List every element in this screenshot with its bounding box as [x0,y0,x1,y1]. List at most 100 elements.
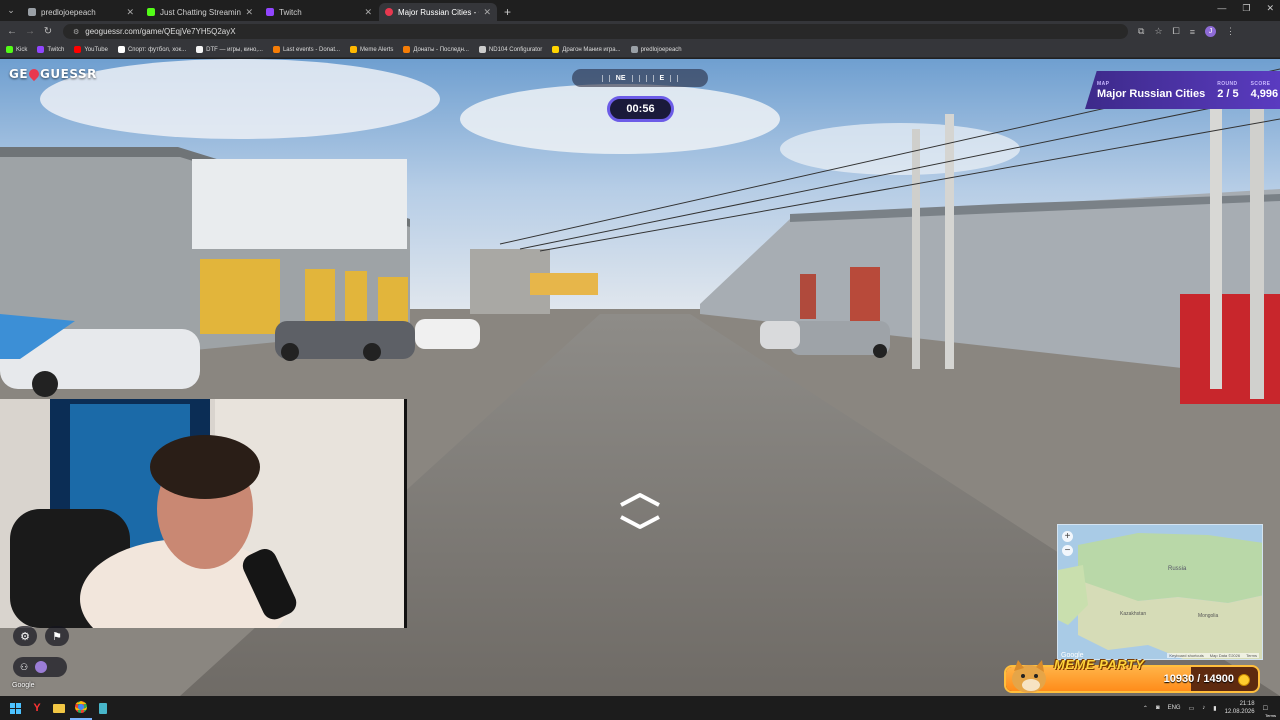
tab-0[interactable]: predlojoepeach ✕ [22,3,140,21]
zoom-in-button[interactable]: + [1062,531,1073,542]
volume-icon[interactable]: ♪ [1202,705,1205,711]
yandex-glyph: Y [33,702,41,714]
minimize-icon[interactable]: — [1217,3,1226,14]
compass-tick [601,74,603,82]
bookmark-favicon [117,46,125,53]
bookmark-item[interactable]: Спорт: футбол, хок... [117,46,187,53]
bookmark-item[interactable]: Драгон Мания игра... [552,46,621,53]
bookmark-favicon [552,46,560,53]
move-forward-icon[interactable] [620,493,660,507]
site-info-icon[interactable]: ⚙ [73,28,79,36]
bookmark-star-icon[interactable]: ☆ [1154,26,1162,37]
profile-avatar[interactable]: J [1204,26,1216,37]
bookmark-item[interactable]: Twitch [37,46,64,53]
windows-logo-pane [9,708,15,714]
round-label: ROUND [1217,80,1238,87]
back-icon[interactable]: ← [3,26,21,37]
settings-button[interactable]: ⚙ [13,626,37,646]
extensions-icon[interactable]: ⧠ [1173,26,1180,37]
compass-tick [652,74,654,82]
new-tab-button[interactable]: + [504,3,511,21]
menu-icon[interactable]: ⋮ [1226,26,1235,37]
bookmark-item[interactable]: YouTube [74,46,108,53]
streetview-viewport[interactable]: GE GUESSR NE E 00:56 MAP Major Russian Ci… [0,59,1280,696]
battery-icon[interactable]: ▮ [1213,705,1216,712]
minimap-canvas[interactable]: Kazakhstan Mongolia Russia Google [1058,525,1263,660]
bookmark-label: predlojoepeach [640,46,682,53]
tab-favicon [147,8,155,16]
bookmark-item[interactable]: Kick [6,46,27,53]
bookmark-label: DTF — игры, кино,... [206,46,263,53]
move-arrows[interactable] [617,491,663,531]
tab-1[interactable]: Just Chatting Streaming - Live ✕ [141,3,259,21]
calculator-icon[interactable] [92,696,114,720]
yellow-panel [345,271,367,321]
store-sign [530,273,598,295]
address-bar[interactable]: ⚙ geoguessr.com/game/QEqjVe7YH5Q2ayX [63,24,1128,39]
streetview-terms[interactable]: Terms [1265,713,1276,718]
game-status-panel: MAP Major Russian Cities ROUND 2 / 5 SCO… [1085,71,1280,109]
windows-logo-pane [9,702,15,708]
close-icon[interactable]: ✕ [245,7,253,18]
bookmark-item[interactable]: Meme Alerts [350,46,393,53]
meme-party-title: MEME PARTY [1054,657,1145,672]
google-attribution: Google [12,682,35,689]
close-icon[interactable]: ✕ [126,7,134,18]
bookmark-item[interactable]: Донаты - Последн... [403,46,469,53]
map-label-mongolia: Mongolia [1198,613,1219,619]
tab-favicon [385,8,393,16]
forward-icon[interactable]: → [21,26,39,37]
maximize-icon[interactable]: ❐ [1242,3,1250,14]
close-icon[interactable]: ✕ [364,7,372,18]
compass-heading-left: NE [615,74,626,82]
doge-eye [1034,674,1038,678]
bookmark-item[interactable]: predlojoepeach [630,46,682,53]
url-text: geoguessr.com/game/QEqjVe7YH5Q2ayX [85,27,236,36]
zoom-out-button[interactable]: − [1062,545,1073,556]
bookmark-label: Twitch [47,46,65,53]
logo-text-right: GUESSR [40,67,97,81]
tab-title: predlojoepeach [41,7,96,17]
meme-party-widget: MEME PARTY 10930 / 14900 [1004,657,1260,695]
bookmark-label: Драгон Мания игра... [562,46,621,53]
start-button[interactable] [4,696,26,720]
media-icon[interactable]: ≡ [1190,27,1195,37]
doge-eye [1021,674,1025,678]
bookmark-item[interactable]: DTF — игры, кино,... [196,46,263,53]
map-section: MAP Major Russian Cities [1097,81,1205,100]
guess-minimap[interactable]: Kazakhstan Mongolia Russia Google + − Ke… [1057,524,1263,660]
yandex-browser-icon[interactable]: Y [26,696,48,720]
left-controls: ⚙ ⚑ [13,626,69,646]
close-icon[interactable]: ✕ [483,7,491,18]
clock[interactable]: 21:18 12.08.2026 [1225,700,1255,716]
zoom-controls: + − [1062,531,1073,556]
doge-icon [1012,660,1046,693]
notifications-icon[interactable]: ☐ [1263,705,1268,712]
return-to-start-button[interactable]: ⚑ [45,626,69,646]
map-label-russia: Russia [1168,566,1187,572]
streamer-hair [150,435,260,499]
tab-favicon [266,8,274,16]
bookmark-item[interactable]: ND104 Configurator [478,46,542,53]
tab-2[interactable]: Twitch ✕ [260,3,378,21]
tray-app-icon[interactable]: ◙ [1156,705,1160,711]
move-back-icon[interactable] [620,515,660,529]
bookmark-item[interactable]: Last events - Donat... [272,46,340,53]
file-explorer-icon[interactable] [48,696,70,720]
chevron-up-icon[interactable]: ⌃ [1143,705,1148,712]
tab-3-active[interactable]: Major Russian Cities - Game ✕ [379,3,497,21]
players-control[interactable]: ⚇ [13,657,67,677]
tab-search-icon[interactable]: ⌄ [0,0,22,21]
yellow-panel [200,259,280,334]
chrome-icon[interactable] [70,696,92,720]
close-window-icon[interactable]: ✕ [1266,3,1274,14]
install-icon[interactable]: ⧉ [1138,26,1144,37]
bookmark-label: Спорт: футбол, хок... [127,46,187,53]
reload-icon[interactable]: ↻ [39,26,57,37]
keyboard-language[interactable]: ENG [1168,705,1181,711]
flag-icon: ⚑ [52,630,62,643]
wheel [32,371,58,397]
network-icon[interactable]: ▭ [1189,705,1195,712]
windows-logo-icon [9,702,21,714]
utility-pole [912,129,920,369]
